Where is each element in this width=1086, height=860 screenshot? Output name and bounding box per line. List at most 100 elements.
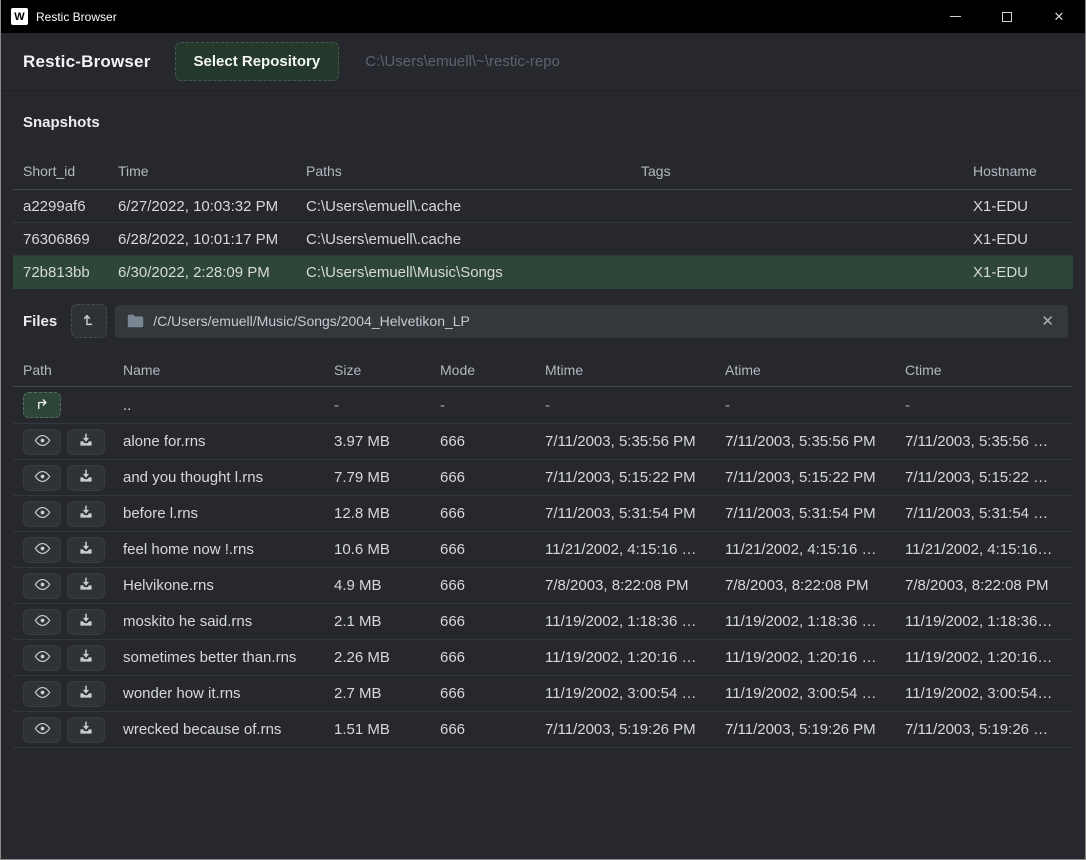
- file-ctime: 7/11/2003, 5:35:56 PM: [905, 433, 1063, 450]
- preview-file-button[interactable]: [23, 537, 61, 563]
- file-row: moskito he said.rns 2.1 MB 666 11/19/200…: [13, 604, 1073, 640]
- download-icon: [79, 541, 93, 558]
- snapshot-paths: C:\Users\emuell\.cache: [306, 231, 641, 248]
- file-name: wonder how it.rns: [123, 685, 334, 702]
- snapshot-hostname: X1-EDU: [973, 198, 1063, 215]
- close-icon: ✕: [1054, 10, 1065, 23]
- file-mode: 666: [440, 685, 545, 702]
- file-atime: 11/19/2002, 1:18:36 …: [725, 613, 905, 630]
- repository-path: C:\Users\emuell\~\restic-repo: [365, 53, 560, 70]
- download-file-button[interactable]: [67, 573, 105, 599]
- preview-file-button[interactable]: [23, 681, 61, 707]
- file-ctime: 7/11/2003, 5:15:22 PM: [905, 469, 1063, 486]
- snapshot-row-selected[interactable]: 72b813bb 6/30/2022, 2:28:09 PM C:\Users\…: [13, 256, 1073, 289]
- snapshot-time: 6/28/2022, 10:01:17 PM: [118, 231, 306, 248]
- file-size: 2.26 MB: [334, 649, 440, 666]
- column-ctime: Ctime: [905, 362, 1063, 378]
- window-controls: ✕: [929, 0, 1085, 33]
- file-atime: 11/19/2002, 1:20:16 …: [725, 649, 905, 666]
- column-tags: Tags: [641, 163, 973, 179]
- file-ctime: 7/8/2003, 8:22:08 PM: [905, 577, 1063, 594]
- app-icon: W: [11, 8, 28, 25]
- download-file-button[interactable]: [67, 609, 105, 635]
- download-file-button[interactable]: [67, 645, 105, 671]
- snapshot-row[interactable]: a2299af6 6/27/2022, 10:03:32 PM C:\Users…: [13, 190, 1073, 223]
- preview-file-button[interactable]: [23, 429, 61, 455]
- file-atime: 11/21/2002, 4:15:16 …: [725, 541, 905, 558]
- snapshot-time: 6/27/2022, 10:03:32 PM: [118, 198, 306, 215]
- download-file-button[interactable]: [67, 681, 105, 707]
- eye-icon: [34, 614, 51, 630]
- file-row: alone for.rns 3.97 MB 666 7/11/2003, 5:3…: [13, 424, 1073, 460]
- file-ctime: 7/11/2003, 5:31:54 PM: [905, 505, 1063, 522]
- file-atime: -: [725, 397, 905, 414]
- title-bar: W Restic Browser ✕: [1, 0, 1085, 33]
- file-mtime: 11/21/2002, 4:15:16 …: [545, 541, 725, 558]
- file-mode: 666: [440, 541, 545, 558]
- column-hostname: Hostname: [973, 163, 1063, 179]
- file-mode: 666: [440, 721, 545, 738]
- snapshot-row[interactable]: 76306869 6/28/2022, 10:01:17 PM C:\Users…: [13, 223, 1073, 256]
- download-icon: [79, 613, 93, 630]
- preview-file-button[interactable]: [23, 465, 61, 491]
- download-file-button[interactable]: [67, 501, 105, 527]
- preview-file-button[interactable]: [23, 573, 61, 599]
- snapshots-table-header: Short_id Time Paths Tags Hostname: [13, 153, 1073, 190]
- go-up-directory-button[interactable]: [23, 392, 61, 418]
- preview-file-button[interactable]: [23, 501, 61, 527]
- preview-file-button[interactable]: [23, 609, 61, 635]
- download-icon: [79, 685, 93, 702]
- eye-icon: [34, 650, 51, 666]
- file-row: wonder how it.rns 2.7 MB 666 11/19/2002,…: [13, 676, 1073, 712]
- column-time: Time: [118, 163, 306, 179]
- download-file-button[interactable]: [67, 537, 105, 563]
- snapshot-hostname: X1-EDU: [973, 231, 1063, 248]
- snapshot-short-id: a2299af6: [23, 198, 118, 215]
- file-mtime: 7/11/2003, 5:31:54 PM: [545, 505, 725, 522]
- file-size: 2.1 MB: [334, 613, 440, 630]
- download-file-button[interactable]: [67, 717, 105, 743]
- file-size: 7.79 MB: [334, 469, 440, 486]
- file-mode: 666: [440, 433, 545, 450]
- snapshot-short-id: 76306869: [23, 231, 118, 248]
- file-name: moskito he said.rns: [123, 613, 334, 630]
- maximize-button[interactable]: [981, 0, 1033, 33]
- maximize-icon: [1002, 12, 1012, 22]
- file-ctime: 11/19/2002, 1:18:36 …: [905, 613, 1063, 630]
- file-row: and you thought l.rns 7.79 MB 666 7/11/2…: [13, 460, 1073, 496]
- eye-icon: [34, 722, 51, 738]
- file-mtime: 7/11/2003, 5:35:56 PM: [545, 433, 725, 450]
- go-to-root-button[interactable]: [71, 304, 107, 338]
- clear-path-button[interactable]: ✕: [1039, 312, 1056, 330]
- minimize-button[interactable]: [929, 0, 981, 33]
- file-mode: 666: [440, 469, 545, 486]
- file-name: sometimes better than.rns: [123, 649, 334, 666]
- parent-directory-row: .. - - - - -: [13, 387, 1073, 424]
- column-mtime: Mtime: [545, 362, 725, 378]
- download-file-button[interactable]: [67, 429, 105, 455]
- download-file-button[interactable]: [67, 465, 105, 491]
- preview-file-button[interactable]: [23, 645, 61, 671]
- close-button[interactable]: ✕: [1033, 0, 1085, 33]
- eye-icon: [34, 578, 51, 594]
- files-title: Files: [23, 313, 57, 330]
- select-repository-button[interactable]: Select Repository: [175, 42, 340, 81]
- eye-icon: [34, 542, 51, 558]
- eye-icon: [34, 470, 51, 486]
- snapshot-paths: C:\Users\emuell\.cache: [306, 198, 641, 215]
- page-title: Restic-Browser: [23, 52, 151, 72]
- window-title: Restic Browser: [36, 10, 117, 24]
- file-mtime: 11/19/2002, 1:20:16 …: [545, 649, 725, 666]
- current-path-bar[interactable]: /C/Users/emuell/Music/Songs/2004_Helveti…: [115, 305, 1068, 338]
- column-path: Path: [23, 362, 123, 378]
- download-icon: [79, 649, 93, 666]
- file-ctime: 11/19/2002, 1:20:16 …: [905, 649, 1063, 666]
- app-header: Restic-Browser Select Repository C:\User…: [1, 33, 1085, 91]
- file-size: 2.7 MB: [334, 685, 440, 702]
- file-mtime: 11/19/2002, 1:18:36 …: [545, 613, 725, 630]
- download-icon: [79, 469, 93, 486]
- file-atime: 7/11/2003, 5:31:54 PM: [725, 505, 905, 522]
- download-icon: [79, 505, 93, 522]
- file-row: before l.rns 12.8 MB 666 7/11/2003, 5:31…: [13, 496, 1073, 532]
- preview-file-button[interactable]: [23, 717, 61, 743]
